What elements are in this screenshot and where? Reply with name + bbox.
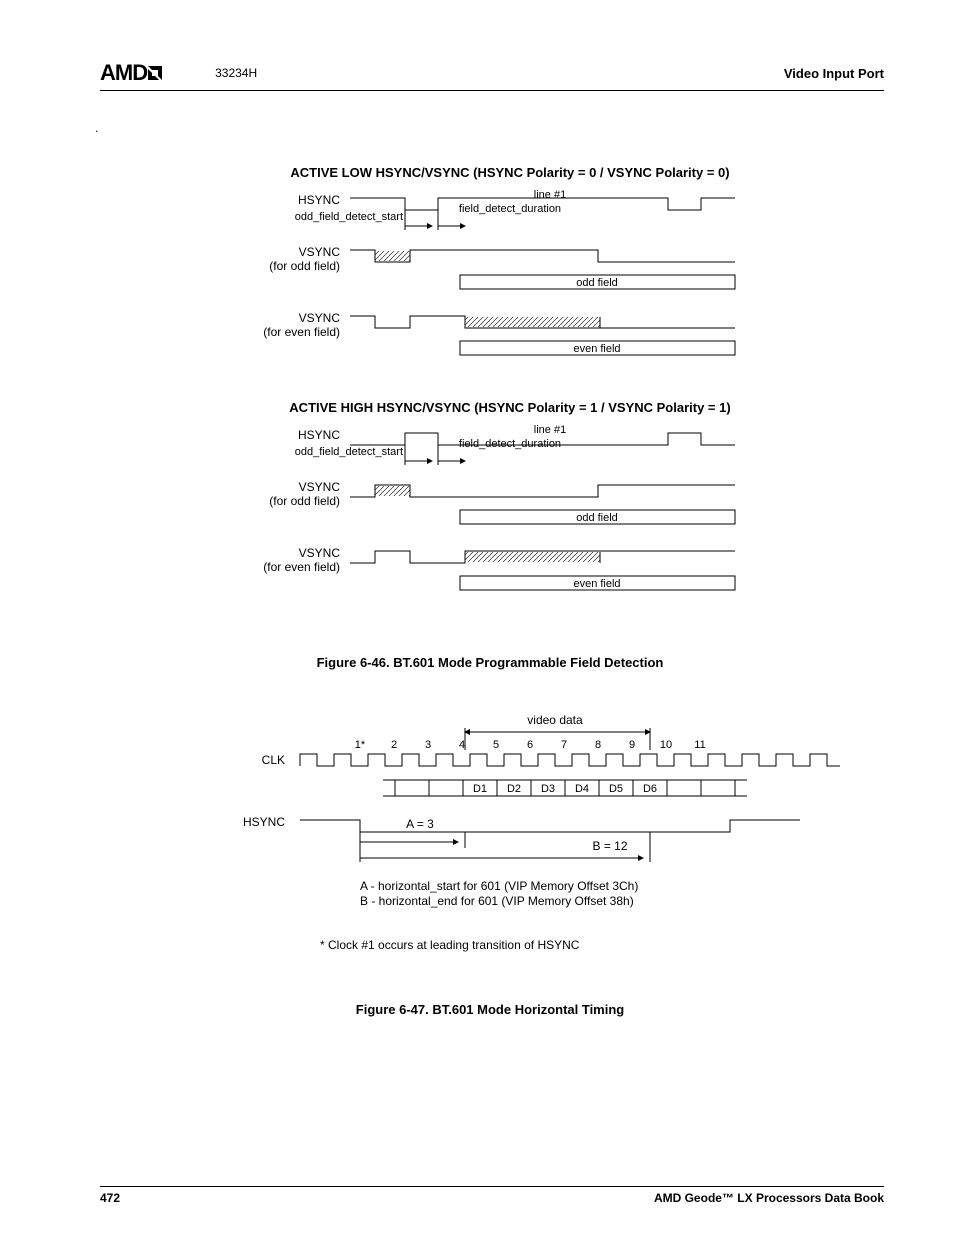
- fig1-title-high: ACTIVE HIGH HSYNC/VSYNC (HSYNC Polarity …: [200, 400, 820, 415]
- clk-num: 1*: [355, 739, 366, 751]
- vsync-even-1: VSYNC: [299, 311, 341, 325]
- fig1-caption: Figure 6-46. BT.601 Mode Programmable Fi…: [160, 655, 820, 670]
- ofds-label-h: odd_field_detect_start: [295, 446, 403, 458]
- fig1-title-low: ACTIVE LOW HSYNC/VSYNC (HSYNC Polarity =…: [200, 165, 820, 180]
- section-title: Video Input Port: [784, 66, 884, 81]
- fig1-high-diagram: HSYNC line #1 odd_field_detect_start fie…: [200, 425, 760, 635]
- fdd-label: field_detect_duration: [459, 203, 561, 215]
- clk-num: 11: [694, 739, 705, 751]
- clk-num: 7: [561, 739, 567, 751]
- even-field-text: even field: [573, 343, 620, 355]
- stray-dot: .: [95, 121, 884, 135]
- data-cell: D3: [541, 783, 555, 795]
- vsync-odd-1: VSYNC: [299, 245, 341, 259]
- data-cell: D5: [609, 783, 623, 795]
- odd-field-text-h: odd field: [576, 512, 618, 524]
- page-header: AMD 33234H Video Input Port: [100, 60, 884, 91]
- data-cell: D2: [507, 783, 521, 795]
- fig2-diagram: video data 1* 2 3 4 5 6 7 8 9 10 11 CLK D1 D2 D3 D4 D5…: [160, 710, 840, 930]
- amd-logo: AMD: [100, 60, 165, 86]
- clk-num: 2: [391, 739, 397, 751]
- fig2-caption: Figure 6-47. BT.601 Mode Horizontal Timi…: [160, 1002, 820, 1017]
- clk-num: 3: [425, 739, 431, 751]
- vsync-odd-2: (for odd field): [269, 259, 340, 273]
- vsync-even-2h: (for even field): [263, 560, 340, 574]
- video-data-label: video data: [527, 713, 583, 727]
- legend-a: A - horizontal_start for 601 (VIP Memory…: [360, 879, 638, 893]
- doc-number: 33234H: [215, 66, 257, 80]
- clk-num: 8: [595, 739, 601, 751]
- vsync-even-1h: VSYNC: [299, 546, 341, 560]
- A-label: A = 3: [406, 817, 434, 831]
- fig2-footnote: * Clock #1 occurs at leading transition …: [320, 938, 820, 952]
- hsync-label-2: HSYNC: [243, 815, 285, 829]
- fig1-low-diagram: HSYNC line #1 odd_field_detect_start fie…: [200, 190, 760, 400]
- hsync-label-h: HSYNC: [298, 428, 340, 442]
- data-cell: D6: [643, 783, 657, 795]
- legend-b: B - horizontal_end for 601 (VIP Memory O…: [360, 894, 634, 908]
- page-footer: 472 AMD Geode™ LX Processors Data Book: [100, 1186, 884, 1205]
- fdd-label-h: field_detect_duration: [459, 438, 561, 450]
- clk-num: 6: [527, 739, 533, 751]
- ofds-label: odd_field_detect_start: [295, 211, 403, 223]
- line1-text-h: line #1: [534, 425, 566, 436]
- data-cell: D4: [575, 783, 589, 795]
- clk-num: 4: [459, 739, 465, 751]
- clk-label: CLK: [262, 753, 285, 767]
- B-label: B = 12: [592, 839, 627, 853]
- book-title: AMD Geode™ LX Processors Data Book: [654, 1191, 884, 1205]
- page-number: 472: [100, 1191, 120, 1205]
- vsync-odd-1h: VSYNC: [299, 480, 341, 494]
- vsync-odd-2h: (for odd field): [269, 494, 340, 508]
- line1-text: line #1: [534, 190, 566, 201]
- clk-num: 10: [660, 739, 672, 751]
- data-cell: D1: [473, 783, 487, 795]
- even-field-text-h: even field: [573, 578, 620, 590]
- odd-field-text: odd field: [576, 277, 618, 289]
- clk-num: 5: [493, 739, 499, 751]
- hsync-label: HSYNC: [298, 193, 340, 207]
- clk-num: 9: [629, 739, 635, 751]
- vsync-even-2: (for even field): [263, 325, 340, 339]
